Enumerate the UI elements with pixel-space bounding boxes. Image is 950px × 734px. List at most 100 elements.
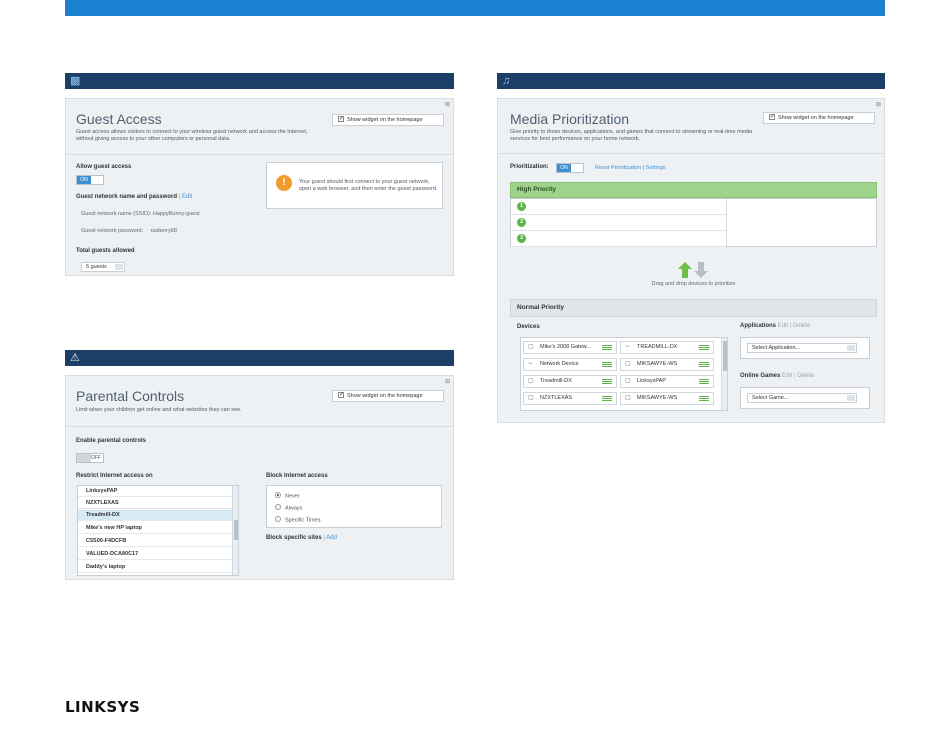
divider	[498, 153, 884, 154]
computer-icon: ▢	[625, 395, 631, 401]
computer-icon: ▢	[528, 378, 534, 384]
edit-games-link[interactable]: Edit	[782, 373, 792, 379]
drag-handle-icon[interactable]	[699, 362, 709, 367]
select-game[interactable]: Select Game...	[747, 393, 857, 403]
add-site-link[interactable]: Add	[326, 535, 337, 541]
total-guests-select[interactable]: 5 guests	[81, 262, 125, 272]
guest-access-panel: Guest Access ⊠ ✓ Show widget on the homep…	[65, 98, 454, 276]
delete-applications-link[interactable]: Delete	[793, 323, 810, 329]
radio-never[interactable]: Never	[275, 492, 300, 499]
device-name: Treadmill-DX	[540, 378, 572, 384]
guest-access-toggle[interactable]: ON	[76, 175, 104, 185]
scrollbar-thumb[interactable]	[234, 520, 238, 540]
media-prioritization-title: Media Prioritization	[510, 111, 630, 127]
list-item[interactable]: C5S00-F4DCFB	[78, 536, 238, 547]
password-row: Guest network password: rasberry88	[81, 228, 177, 234]
games-label: Online Games	[740, 373, 781, 379]
device-name: NZXTLEXAS	[540, 395, 573, 401]
computer-icon: ▢	[625, 378, 631, 384]
device-list[interactable]: LinksysPAP NZXTLEXAS Treadmill-DX Mike's…	[77, 485, 239, 576]
show-widget-checkbox[interactable]: ✓ Show widget on the homepage	[763, 112, 875, 124]
edit-guest-network-link[interactable]: Edit	[182, 194, 192, 200]
device-tile[interactable]: ∼ TREADMILL-DX	[620, 341, 714, 354]
applications-row: Applications Edit | Delete	[740, 323, 811, 329]
device-tile[interactable]: ▢ MIKSAWYE-WS	[620, 358, 714, 371]
radio-icon	[275, 504, 281, 510]
priority-slot[interactable]: 3	[511, 231, 726, 247]
close-icon[interactable]: ⊠	[876, 101, 881, 108]
select-game-value: Select Game...	[752, 395, 789, 401]
media-prioritization-icon: ♫	[502, 75, 511, 87]
normal-device-list[interactable]: ▢ Mike's 2008 Gatew... ∼ TREADMILL-DX ∼ Net…	[520, 337, 728, 411]
checkbox-check-icon: ✓	[769, 113, 776, 120]
enable-parental-controls-label: Enable parental controls	[76, 438, 147, 444]
edit-applications-link[interactable]: Edit	[778, 323, 788, 329]
drag-handle-icon[interactable]	[602, 362, 612, 367]
device-tile[interactable]: ▢ Mike's 2008 Gatew...	[523, 341, 617, 354]
drag-handle-icon[interactable]	[699, 396, 709, 401]
applications-box: Select Application...	[740, 337, 870, 359]
device-tile[interactable]: ▢ NZXTLEXAS	[523, 392, 617, 405]
network-device-icon: ∼	[528, 361, 534, 367]
parental-controls-header-bar: ⚠	[65, 350, 454, 366]
scrollbar-thumb[interactable]	[723, 341, 727, 371]
radio-specific-times[interactable]: Specific Times	[275, 516, 321, 524]
parental-controls-toggle[interactable]: OFF	[76, 453, 104, 463]
checkbox-check-icon: ✓	[338, 115, 345, 122]
guest-access-header-bar: ▩	[65, 73, 454, 89]
select-application-value: Select Application...	[752, 345, 801, 351]
slot-number-badge: 2	[517, 218, 526, 227]
close-icon[interactable]: ⊠	[445, 101, 450, 108]
device-list-scrollbar[interactable]	[232, 486, 238, 575]
slot-number-badge: 3	[517, 234, 526, 243]
device-name: MIKSAWYE-WS	[637, 361, 678, 367]
list-item[interactable]: VALUED-DCA80C17	[78, 549, 238, 560]
drag-handle-icon[interactable]	[602, 379, 612, 384]
show-widget-checkbox[interactable]: ✓ Show widget on the homepage	[332, 390, 444, 402]
list-item[interactable]: LinksysPAP	[78, 486, 238, 497]
device-list-scrollbar[interactable]	[721, 338, 727, 410]
drag-hint: Drag and drop devices to prioritize	[651, 281, 736, 287]
settings-link[interactable]: Settings	[646, 165, 666, 171]
select-application[interactable]: Select Application...	[747, 343, 857, 353]
show-widget-checkbox[interactable]: ✓ Show widget on the homepage	[332, 114, 444, 126]
prioritization-toggle[interactable]: ON	[556, 163, 584, 173]
delete-games-link[interactable]: Delete	[797, 373, 814, 379]
network-device-icon: ∼	[625, 344, 631, 350]
chevron-down-icon	[847, 345, 855, 351]
list-item[interactable]: NZXTLEXAS	[78, 498, 238, 509]
parental-controls-panel: Parental Controls ⊠ ✓ Show widget on the …	[65, 375, 454, 580]
device-tile[interactable]: ▢ MIKSAWYE-WS	[620, 392, 714, 405]
parental-controls-title: Parental Controls	[76, 388, 185, 404]
high-priority-area[interactable]: 1 2 3	[510, 198, 877, 247]
games-box: Select Game...	[740, 387, 870, 409]
prioritization-label: Prioritization:	[510, 164, 549, 170]
drag-handle-icon[interactable]	[699, 345, 709, 350]
radio-specific-label: Specific Times	[285, 517, 321, 524]
device-tile[interactable]: ∼ Network Device	[523, 358, 617, 371]
reset-prioritization-link[interactable]: Reset Prioritization	[595, 165, 641, 171]
radio-always[interactable]: Always	[275, 504, 302, 511]
media-prioritization-panel: Media Prioritization ⊠ ✓ Show widget on t…	[497, 98, 885, 423]
close-icon[interactable]: ⊠	[445, 378, 450, 385]
applications-label: Applications	[740, 323, 777, 329]
computer-icon: ▢	[625, 361, 631, 367]
total-guests-value: 5 guests	[86, 264, 107, 270]
drag-handle-icon[interactable]	[602, 345, 612, 350]
device-tile[interactable]: ▢ LinksysPAP	[620, 375, 714, 388]
computer-icon: ▢	[528, 395, 534, 401]
toggle-state: ON	[557, 164, 571, 172]
list-item-selected[interactable]: Treadmill-DX	[78, 510, 238, 521]
guest-notice-box: ! Your guest should first connect to you…	[266, 162, 443, 209]
ssid-value: HappyBunny-guest	[152, 211, 200, 217]
drag-handle-icon[interactable]	[699, 379, 709, 384]
block-access-options: Never Always Specific Times	[266, 485, 442, 528]
priority-slot[interactable]: 2	[511, 215, 726, 231]
list-item[interactable]: Daddy's laptop	[78, 562, 238, 573]
drag-handle-icon[interactable]	[602, 396, 612, 401]
list-item[interactable]: Mike's new HP laptop	[78, 523, 238, 534]
warning-icon: ⚠	[70, 352, 80, 364]
divider	[66, 426, 453, 427]
device-tile[interactable]: ▢ Treadmill-DX	[523, 375, 617, 388]
priority-slot[interactable]: 1	[511, 199, 726, 215]
